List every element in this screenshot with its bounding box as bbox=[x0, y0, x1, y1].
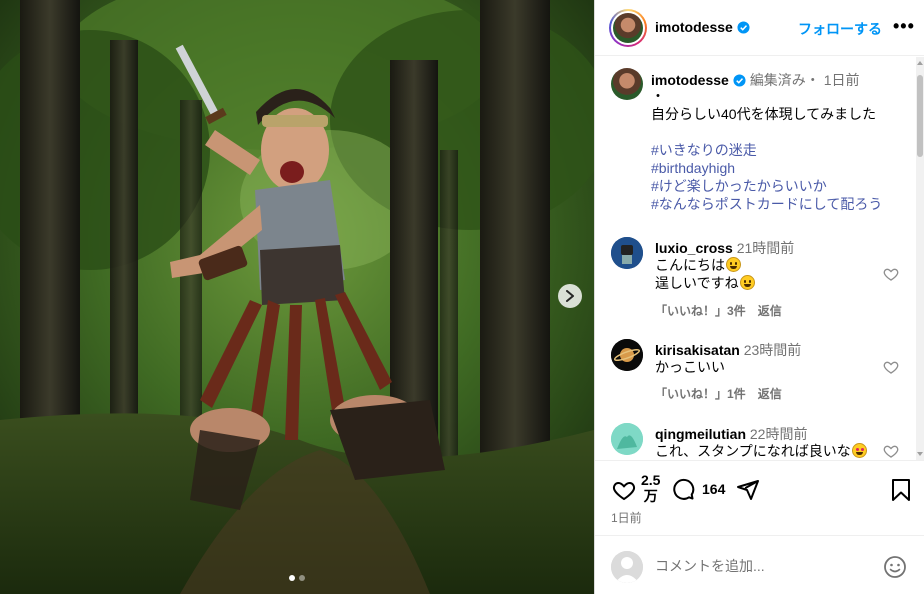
scroll-up-arrow-icon[interactable] bbox=[917, 61, 923, 65]
verified-badge-icon bbox=[737, 20, 750, 34]
like-heart-icon[interactable] bbox=[611, 478, 637, 502]
caption-meta: 編集済み・ 1日前 bbox=[749, 72, 860, 88]
carousel-dot-active bbox=[289, 575, 295, 581]
emoji-picker-icon[interactable] bbox=[883, 555, 907, 579]
comment-line: 逞しいですね bbox=[655, 275, 739, 291]
chevron-right-icon bbox=[566, 290, 574, 302]
comment-line: これ、スタンプになれば良いな bbox=[655, 443, 851, 459]
like-comment-heart-icon[interactable] bbox=[883, 266, 899, 282]
scrollbar-thumb[interactable] bbox=[917, 75, 923, 157]
post-media[interactable] bbox=[0, 0, 594, 594]
comment-header: luxio_cross 21時間前 bbox=[655, 238, 794, 258]
comment-time[interactable]: 23時間前 bbox=[744, 342, 802, 358]
author-username-text[interactable]: imotodesse bbox=[655, 19, 733, 35]
comment-text: かっこいい bbox=[655, 359, 725, 375]
caption-header: imotodesse 編集済み・ 1日前 bbox=[651, 70, 860, 90]
comment-bubble-icon[interactable] bbox=[671, 478, 695, 502]
add-comment-bar bbox=[595, 535, 924, 594]
comment-likes-count[interactable]: 「いいね！」1件 bbox=[655, 385, 746, 402]
default-user-icon bbox=[611, 551, 643, 583]
comment-actions: 「いいね！」1件 返信 bbox=[655, 385, 782, 402]
heart-eyes-emoji-icon bbox=[851, 443, 867, 458]
comment-actions: 「いいね！」3件 返信 bbox=[655, 302, 782, 319]
comment-header: qingmeilutian 22時間前 bbox=[655, 424, 807, 444]
like-comment-heart-icon[interactable] bbox=[883, 443, 899, 459]
commenter-avatar-icon bbox=[611, 237, 643, 269]
author-username[interactable]: imotodesse bbox=[655, 19, 750, 35]
next-image-button[interactable] bbox=[558, 284, 582, 308]
post-action-bar: 2.5 万 164 1日前 bbox=[595, 460, 924, 535]
post-photo bbox=[0, 0, 594, 594]
caption-author-avatar[interactable] bbox=[611, 68, 643, 100]
carousel-dot bbox=[299, 575, 305, 581]
carousel-indicator bbox=[0, 575, 594, 581]
verified-badge-icon bbox=[733, 73, 746, 87]
likes-count-unit[interactable]: 万 bbox=[641, 488, 660, 504]
current-user-avatar bbox=[611, 551, 643, 583]
author-avatar[interactable] bbox=[609, 9, 647, 47]
comment-time[interactable]: 22時間前 bbox=[750, 426, 808, 442]
commenter-avatar[interactable] bbox=[611, 237, 643, 269]
reply-button[interactable]: 返信 bbox=[758, 302, 782, 319]
follow-button[interactable]: フォローする bbox=[798, 19, 882, 39]
likes-count-number[interactable]: 2.5 bbox=[641, 472, 660, 488]
commenter-avatar[interactable] bbox=[611, 339, 643, 371]
caption-line: ・ bbox=[651, 88, 665, 104]
hashtag-link[interactable]: #いきなりの迷走 bbox=[651, 141, 757, 159]
comment-text: こんにちは bbox=[655, 256, 741, 274]
planet-avatar-icon bbox=[611, 339, 643, 371]
reply-button[interactable]: 返信 bbox=[758, 385, 782, 402]
scrollbar[interactable] bbox=[916, 57, 924, 460]
post-side-panel: imotodesse フォローする ••• imotodesse 編集済み・ 1… bbox=[594, 0, 924, 594]
caption-line: 自分らしい40代を体現してみました bbox=[651, 106, 877, 122]
comments-scroll-area[interactable]: imotodesse 編集済み・ 1日前 ・ 自分らしい40代を体現してみました… bbox=[595, 57, 924, 460]
like-comment-heart-icon[interactable] bbox=[883, 359, 899, 375]
scroll-down-arrow-icon[interactable] bbox=[917, 452, 923, 456]
comment-line: こんにちは bbox=[655, 257, 725, 273]
share-send-icon[interactable] bbox=[736, 478, 760, 502]
hashtag-link[interactable]: #けど楽しかったからいいか bbox=[651, 177, 827, 195]
commenter-username[interactable]: qingmeilutian bbox=[655, 426, 746, 442]
likes-count[interactable]: 2.5 万 bbox=[641, 472, 660, 504]
comment-time[interactable]: 21時間前 bbox=[737, 240, 795, 256]
grinning-emoji-icon bbox=[726, 257, 741, 272]
comment-text: 逞しいですね bbox=[655, 274, 755, 292]
comment-likes-count[interactable]: 「いいね！」3件 bbox=[655, 302, 746, 319]
hashtag-link[interactable]: #birthdayhigh bbox=[651, 159, 735, 177]
comments-count[interactable]: 164 bbox=[702, 481, 725, 497]
grinning-emoji-icon bbox=[739, 275, 755, 290]
commenter-username[interactable]: kirisakisatan bbox=[655, 342, 740, 358]
more-options-icon: ••• bbox=[893, 16, 915, 36]
comment-text: これ、スタンプになれば良いな bbox=[655, 442, 867, 460]
comment-header: kirisakisatan 23時間前 bbox=[655, 340, 801, 360]
bookmark-save-icon[interactable] bbox=[891, 478, 911, 502]
comment-input[interactable] bbox=[655, 556, 875, 576]
commenter-avatar-icon bbox=[611, 423, 643, 455]
post-date[interactable]: 1日前 bbox=[611, 509, 642, 526]
hashtag-link[interactable]: #なんならポストカードにして配ろう bbox=[651, 195, 882, 213]
commenter-username[interactable]: luxio_cross bbox=[655, 240, 733, 256]
commenter-avatar[interactable] bbox=[611, 423, 643, 455]
caption-author-username[interactable]: imotodesse bbox=[651, 72, 729, 88]
more-options-button[interactable]: ••• bbox=[893, 17, 915, 35]
post-header: imotodesse フォローする ••• bbox=[595, 0, 924, 56]
